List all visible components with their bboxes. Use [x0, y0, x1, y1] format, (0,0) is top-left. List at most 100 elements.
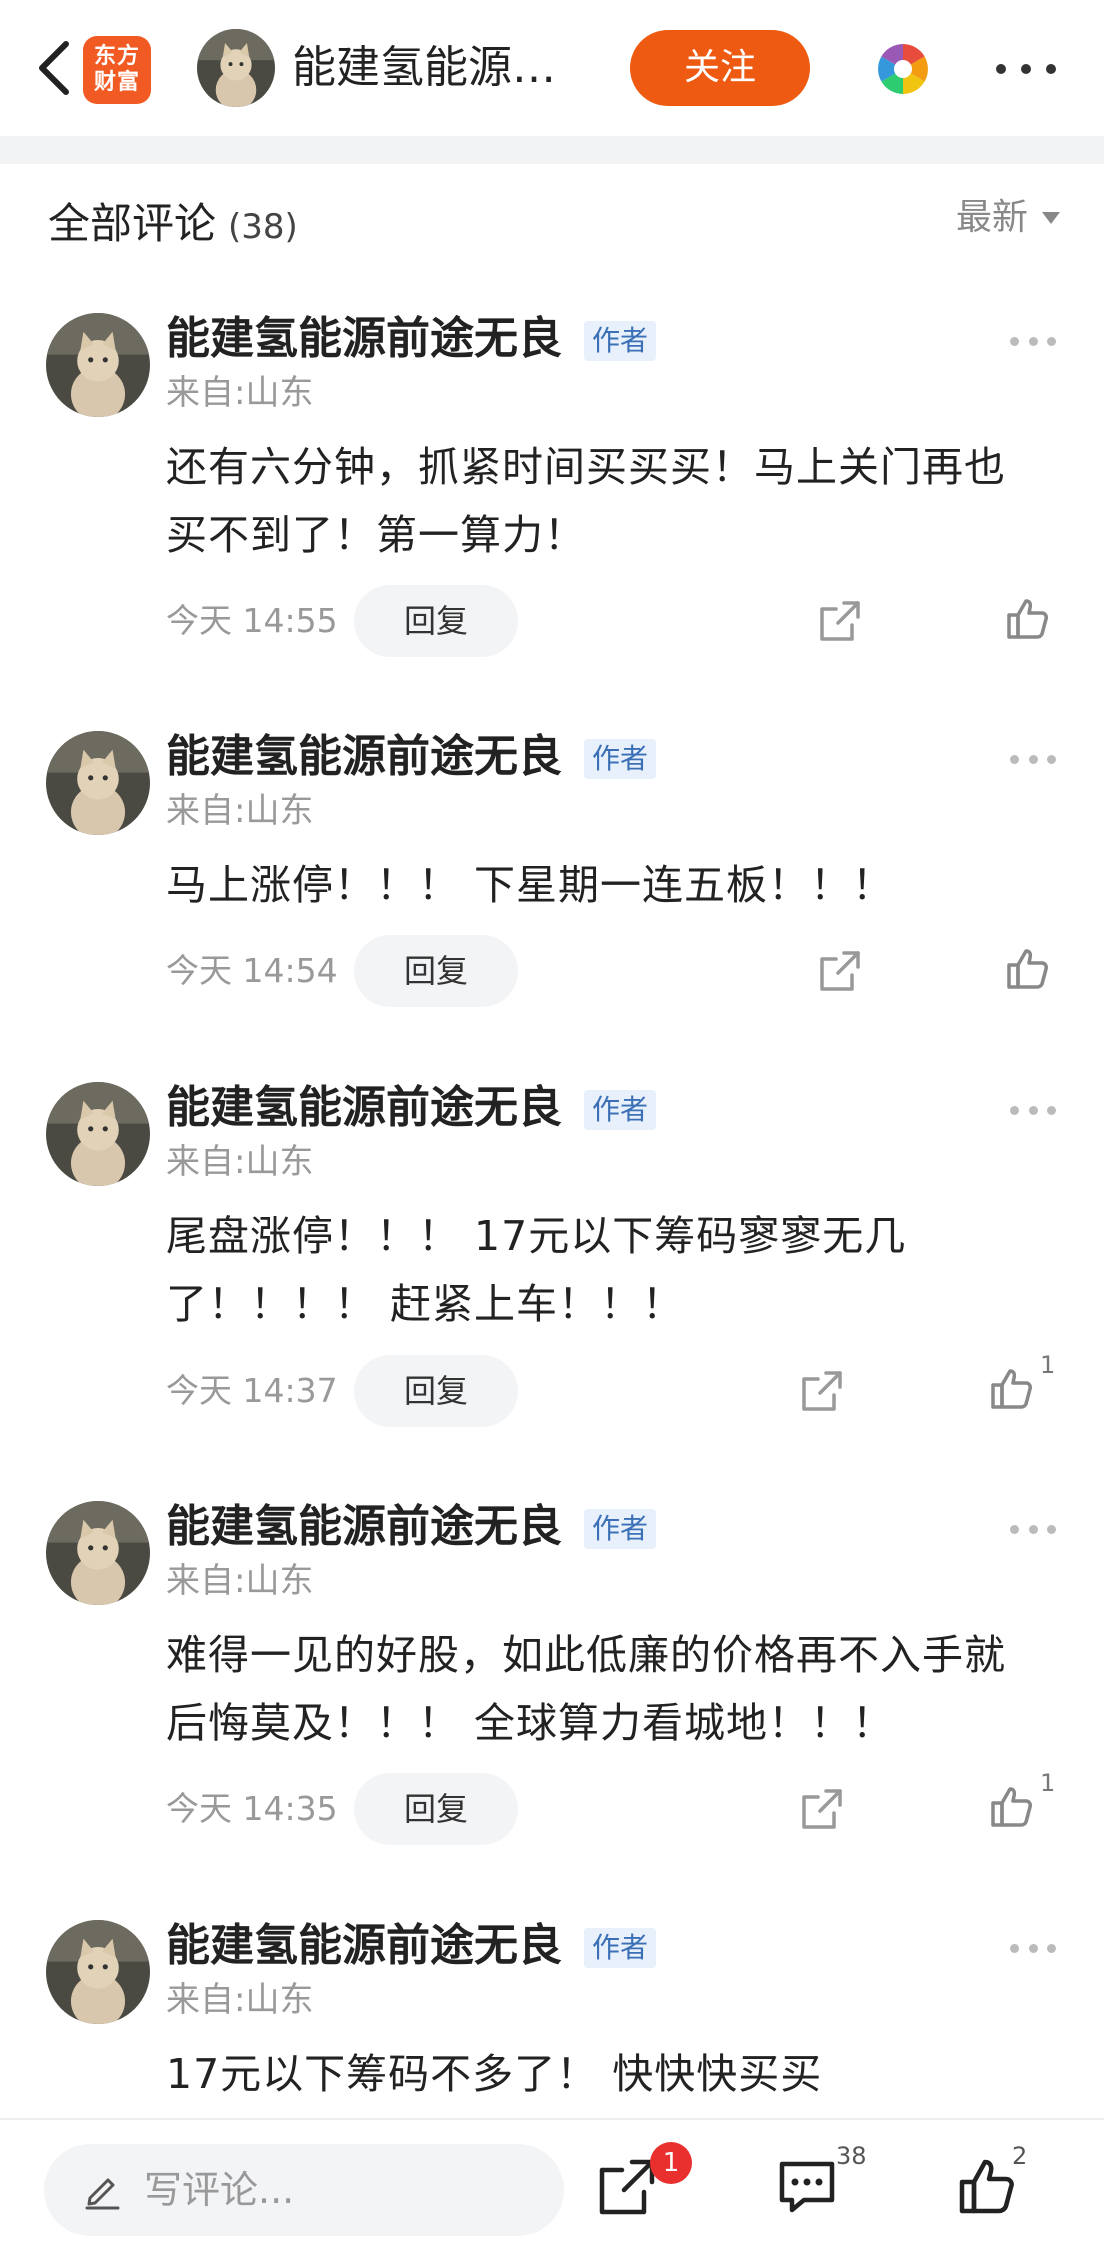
- share-notification-badge: 1: [650, 2142, 692, 2184]
- share-icon[interactable]: [798, 1367, 846, 1415]
- comment-author[interactable]: 能建氢能源前途无良: [166, 729, 562, 785]
- cat-avatar-image: [46, 1082, 150, 1186]
- share-icon[interactable]: [798, 1785, 846, 1833]
- comment-more-button[interactable]: [1010, 753, 1056, 765]
- dot-icon: [1010, 1524, 1019, 1534]
- thumbs-up-icon[interactable]: [956, 2156, 1018, 2218]
- color-wheel-icon[interactable]: [876, 42, 930, 96]
- cat-avatar-image: [46, 1920, 150, 2024]
- like-button[interactable]: [1004, 595, 1052, 647]
- cat-avatar-image: [197, 29, 275, 107]
- bottom-action-bar: 写评论... 1 38 2: [0, 2118, 1104, 2258]
- cat-avatar-image: [46, 313, 150, 417]
- reply-button[interactable]: 回复: [354, 935, 518, 1007]
- comment-avatar[interactable]: [46, 313, 150, 417]
- like-count: 1: [1040, 1769, 1056, 1797]
- cat-avatar-image: [46, 731, 150, 835]
- dot-icon: [1047, 1943, 1056, 1953]
- thumbs-up-icon: [991, 1787, 1032, 1827]
- comments-count: (38): [228, 207, 298, 247]
- comment-text: 难得一见的好股，如此低廉的价格再不入手就后悔莫及！！！ 全球算力看城地！！！: [166, 1631, 1006, 1747]
- dot-icon: [1047, 1105, 1056, 1115]
- comment-more-button[interactable]: [1010, 335, 1056, 347]
- comment-more-button[interactable]: [1010, 1523, 1056, 1535]
- comment-text: 还有六分钟，抓紧时间买买买！马上关门再也买不到了！第一算力！: [166, 443, 1006, 559]
- comment-avatar[interactable]: [46, 1920, 150, 2024]
- share-icon[interactable]: [596, 2156, 658, 2218]
- share-icon[interactable]: [816, 947, 864, 995]
- comments-header: 全部评论 (38) 最新: [0, 164, 1104, 274]
- comment-avatar[interactable]: [46, 1082, 150, 1186]
- comment-author[interactable]: 能建氢能源前途无良: [166, 1499, 562, 1555]
- comment-footer: 今天 14:54 回复: [0, 935, 1104, 1007]
- like-count: 1: [1040, 1351, 1056, 1379]
- app-logo: 东方 财富: [83, 36, 151, 104]
- comment-more-button[interactable]: [1010, 1942, 1056, 1954]
- dot-icon: [1010, 336, 1019, 346]
- comments-title-text: 全部评论: [48, 199, 217, 248]
- reply-button[interactable]: 回复: [354, 1773, 518, 1845]
- dot-icon: [1028, 754, 1038, 764]
- comment-count: 38: [836, 2142, 867, 2170]
- dot-icon: [1021, 64, 1031, 74]
- author-badge: 作者: [584, 1928, 657, 1968]
- dot-icon: [1028, 336, 1038, 346]
- author-badge: 作者: [584, 321, 657, 361]
- comment-author[interactable]: 能建氢能源前途无良: [166, 1080, 562, 1136]
- sort-dropdown[interactable]: 最新: [956, 190, 1060, 246]
- comment-time: 今天 14:37: [166, 1371, 338, 1410]
- app-logo-line1: 东方: [93, 44, 140, 69]
- dot-icon: [1010, 1943, 1019, 1953]
- comment-text: 马上涨停！！！ 下星期一连五板！！！: [166, 861, 895, 909]
- dot-icon: [1028, 1943, 1038, 1953]
- reply-button[interactable]: 回复: [354, 585, 518, 657]
- comment-time: 今天 14:54: [166, 951, 338, 990]
- follow-button[interactable]: 关注: [630, 30, 810, 106]
- like-button[interactable]: 1: [988, 1769, 1055, 1835]
- more-options-button[interactable]: [996, 44, 1056, 94]
- dot-icon: [996, 64, 1006, 74]
- comment-author[interactable]: 能建氢能源前途无良: [166, 311, 562, 367]
- thumbs-up-icon: [1007, 599, 1048, 639]
- comment-time: 今天 14:35: [166, 1789, 338, 1828]
- comment-item: 能建氢能源前途无良 作者 来自:山东 还有六分钟，抓紧时间买买买！马上关门再也买…: [0, 313, 1104, 673]
- write-comment-input[interactable]: 写评论...: [44, 2144, 564, 2236]
- comment-item: 能建氢能源前途无良 作者 来自:山东 马上涨停！！！ 下星期一连五板！！！ 今天…: [0, 731, 1104, 1031]
- author-badge: 作者: [584, 739, 657, 779]
- like-button[interactable]: [1004, 945, 1052, 997]
- dot-icon: [1010, 754, 1019, 764]
- app-logo-line2: 财富: [93, 70, 140, 95]
- like-button[interactable]: 1: [988, 1351, 1055, 1417]
- thumbs-up-icon: [991, 1369, 1032, 1409]
- comment-item: 能建氢能源前途无良 作者 来自:山东 17元以下筹码不多了！ 快快快买买: [0, 1920, 1104, 2116]
- comment-text: 17元以下筹码不多了！ 快快快买买: [166, 2050, 823, 2098]
- top-bar: 东方 财富 能建氢能源… 关注: [0, 0, 1104, 136]
- author-avatar[interactable]: [197, 29, 275, 107]
- comment-avatar[interactable]: [46, 1501, 150, 1605]
- chevron-left-icon: [39, 41, 69, 95]
- dot-icon: [1028, 1105, 1038, 1115]
- caret-down-icon: [1042, 212, 1060, 224]
- back-button[interactable]: [22, 36, 86, 100]
- share-icon[interactable]: [816, 597, 864, 645]
- comment-icon[interactable]: [776, 2156, 838, 2218]
- comment-more-button[interactable]: [1010, 1104, 1056, 1116]
- like-total-count: 2: [1012, 2142, 1028, 2170]
- comment-time: 今天 14:55: [166, 601, 338, 640]
- section-divider: [0, 136, 1104, 164]
- comment-author[interactable]: 能建氢能源前途无良: [166, 1920, 562, 1974]
- reply-button[interactable]: 回复: [354, 1355, 518, 1427]
- dot-icon: [1047, 1524, 1056, 1534]
- sort-label: 最新: [955, 197, 1028, 238]
- dot-icon: [1028, 1524, 1038, 1534]
- cat-avatar-image: [46, 1501, 150, 1605]
- comment-footer: 今天 14:37 回复 1: [0, 1351, 1104, 1427]
- comment-location: 来自:山东: [166, 1142, 314, 1182]
- comment-text: 尾盘涨停！！！ 17元以下筹码寥寥无几了！！！！ 赶紧上车！！！: [166, 1212, 907, 1328]
- comments-title: 全部评论 (38): [48, 196, 298, 255]
- comment-avatar[interactable]: [46, 731, 150, 835]
- comment-location: 来自:山东: [166, 1980, 314, 2020]
- dot-icon: [1047, 754, 1056, 764]
- comment-item: 能建氢能源前途无良 作者 来自:山东 尾盘涨停！！！ 17元以下筹码寥寥无几了！…: [0, 1082, 1104, 1442]
- dot-icon: [1046, 64, 1056, 74]
